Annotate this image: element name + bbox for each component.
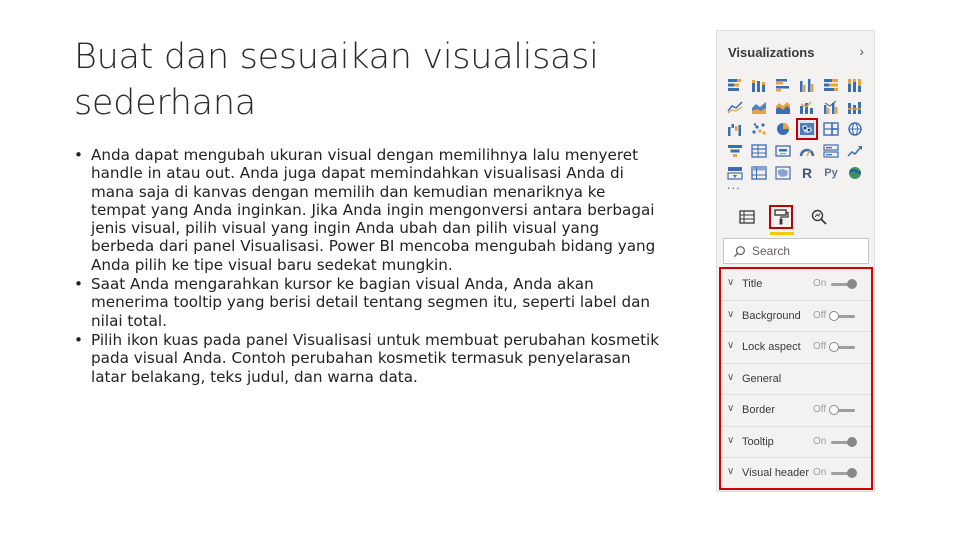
map-icon[interactable] — [796, 118, 818, 140]
chevron-down-icon[interactable]: ∨ — [727, 309, 734, 320]
toggle-knob — [829, 405, 839, 415]
waterfall-icon[interactable] — [725, 119, 745, 139]
toggle-switch[interactable] — [831, 436, 857, 447]
kpi-icon[interactable] — [845, 141, 865, 161]
chevron-down-icon[interactable]: ∨ — [727, 403, 734, 414]
bullet-list: • Anda dapat mengubah ukuran visual denga… — [74, 146, 664, 387]
funnel-icon[interactable] — [725, 141, 745, 161]
python-visual-label: Py — [824, 167, 838, 179]
bullet-dot: • — [74, 330, 83, 349]
format-row-label: Tooltip — [742, 435, 774, 448]
bullet-item: • Pilih ikon kuas pada panel Visualisasi … — [74, 331, 664, 386]
toggle-switch[interactable] — [829, 310, 855, 321]
python-visual-icon[interactable]: Py — [821, 163, 841, 183]
pane-tab-bar — [725, 205, 865, 235]
toggle-switch[interactable] — [831, 468, 857, 478]
format-row-label: Background — [742, 309, 801, 322]
analytics-magnifier-icon[interactable] — [807, 205, 831, 229]
toggle-state-text: On — [813, 278, 827, 289]
visual-type-gallery: R Py — [725, 75, 865, 184]
treemap-icon[interactable] — [821, 119, 841, 139]
stacked-area-icon[interactable] — [773, 97, 793, 117]
line-chart-icon[interactable] — [725, 97, 745, 117]
format-options-list: ∨ Title On ∨ Background Off ∨ Lock aspec… — [719, 267, 873, 490]
visualizations-pane: Visualizations › R Py ... Search ∨ Title… — [716, 30, 875, 492]
chevron-down-icon[interactable]: ∨ — [727, 277, 734, 288]
format-row-border[interactable]: ∨ Border Off — [721, 395, 871, 427]
stacked-bar-icon[interactable] — [725, 75, 745, 95]
area-chart-icon[interactable] — [749, 97, 769, 117]
fields-tab-icon[interactable] — [735, 205, 759, 229]
chevron-right-icon[interactable]: › — [859, 43, 864, 59]
toggle-knob — [829, 342, 839, 352]
r-visual-label: R — [801, 165, 813, 181]
card-icon[interactable] — [773, 141, 793, 161]
toggle-switch[interactable] — [829, 342, 855, 352]
arcgis-icon[interactable] — [845, 163, 865, 183]
100-stacked-bar-icon[interactable] — [821, 75, 841, 95]
format-row-tooltip[interactable]: ∨ Tooltip On — [721, 427, 871, 458]
toggle-switch[interactable] — [831, 279, 857, 289]
toggle-switch[interactable] — [829, 405, 855, 415]
chevron-down-icon[interactable]: ∨ — [727, 372, 734, 383]
pie-chart-icon[interactable] — [773, 119, 793, 139]
format-row-lock-aspect[interactable]: ∨ Lock aspect Off — [721, 332, 871, 364]
format-row-background[interactable]: ∨ Background Off — [721, 301, 871, 332]
bullet-item: • Anda dapat mengubah ukuran visual denga… — [74, 146, 664, 274]
bullet-text: Pilih ikon kuas pada panel Visualisasi u… — [91, 330, 660, 386]
line-column-icon[interactable] — [797, 97, 817, 117]
bullet-item: • Saat Anda mengarahkan kursor ke bagian … — [74, 275, 664, 330]
bullet-text: Anda dapat mengubah ukuran visual dengan… — [91, 146, 656, 274]
format-row-title[interactable]: ∨ Title On — [721, 269, 871, 301]
format-row-label: Lock aspect — [742, 341, 801, 353]
scatter-icon[interactable] — [749, 119, 769, 139]
matrix-icon[interactable] — [749, 163, 769, 183]
bullet-dot: • — [74, 275, 83, 294]
format-row-label: General — [742, 372, 782, 385]
multirow-card-icon[interactable] — [821, 141, 841, 161]
stacked-column-icon[interactable] — [749, 75, 769, 95]
chevron-down-icon[interactable]: ∨ — [727, 340, 734, 351]
more-visuals-icon[interactable]: ... — [727, 177, 741, 192]
bullet-dot: • — [74, 146, 83, 164]
format-row-general[interactable]: ∨ General — [721, 364, 871, 395]
toggle-knob — [847, 279, 857, 289]
toggle-knob — [829, 310, 839, 321]
toggle-state-text: Off — [813, 404, 827, 415]
r-visual-icon[interactable]: R — [797, 163, 817, 183]
search-icon — [733, 245, 746, 258]
gauge-icon[interactable] — [797, 141, 817, 161]
active-tab-indicator — [770, 232, 794, 235]
toggle-state-text: Off — [813, 341, 827, 352]
table-icon[interactable] — [749, 141, 769, 161]
format-row-label: Visual header — [742, 467, 810, 479]
shape-map-icon[interactable] — [773, 163, 793, 183]
clustered-column-icon[interactable] — [797, 75, 817, 95]
line-clustered-column-icon[interactable] — [821, 97, 841, 117]
search-input[interactable]: Search — [723, 238, 869, 264]
paint-roller-icon[interactable] — [769, 205, 793, 229]
ribbon-chart-icon[interactable] — [845, 97, 865, 117]
slide-title: Buat dan sesuaikan visualisasi sederhana — [74, 37, 599, 123]
toggle-state-text: Off — [813, 309, 827, 321]
toggle-knob — [847, 468, 857, 478]
toggle-knob — [847, 436, 857, 447]
search-placeholder: Search — [752, 244, 791, 258]
globe-map-icon[interactable] — [845, 119, 865, 139]
pane-title: Visualizations — [728, 45, 815, 60]
format-row-label: Border — [742, 404, 776, 416]
chevron-down-icon[interactable]: ∨ — [727, 435, 734, 446]
toggle-state-text: On — [813, 435, 827, 447]
toggle-state-text: On — [813, 467, 827, 478]
chevron-down-icon[interactable]: ∨ — [727, 466, 734, 477]
clustered-bar-icon[interactable] — [773, 75, 793, 95]
format-row-label: Title — [742, 278, 763, 290]
format-row-visual-header[interactable]: ∨ Visual header On — [721, 458, 871, 490]
bullet-text: Saat Anda mengarahkan kursor ke bagian v… — [91, 275, 651, 330]
100-stacked-column-icon[interactable] — [845, 75, 865, 95]
